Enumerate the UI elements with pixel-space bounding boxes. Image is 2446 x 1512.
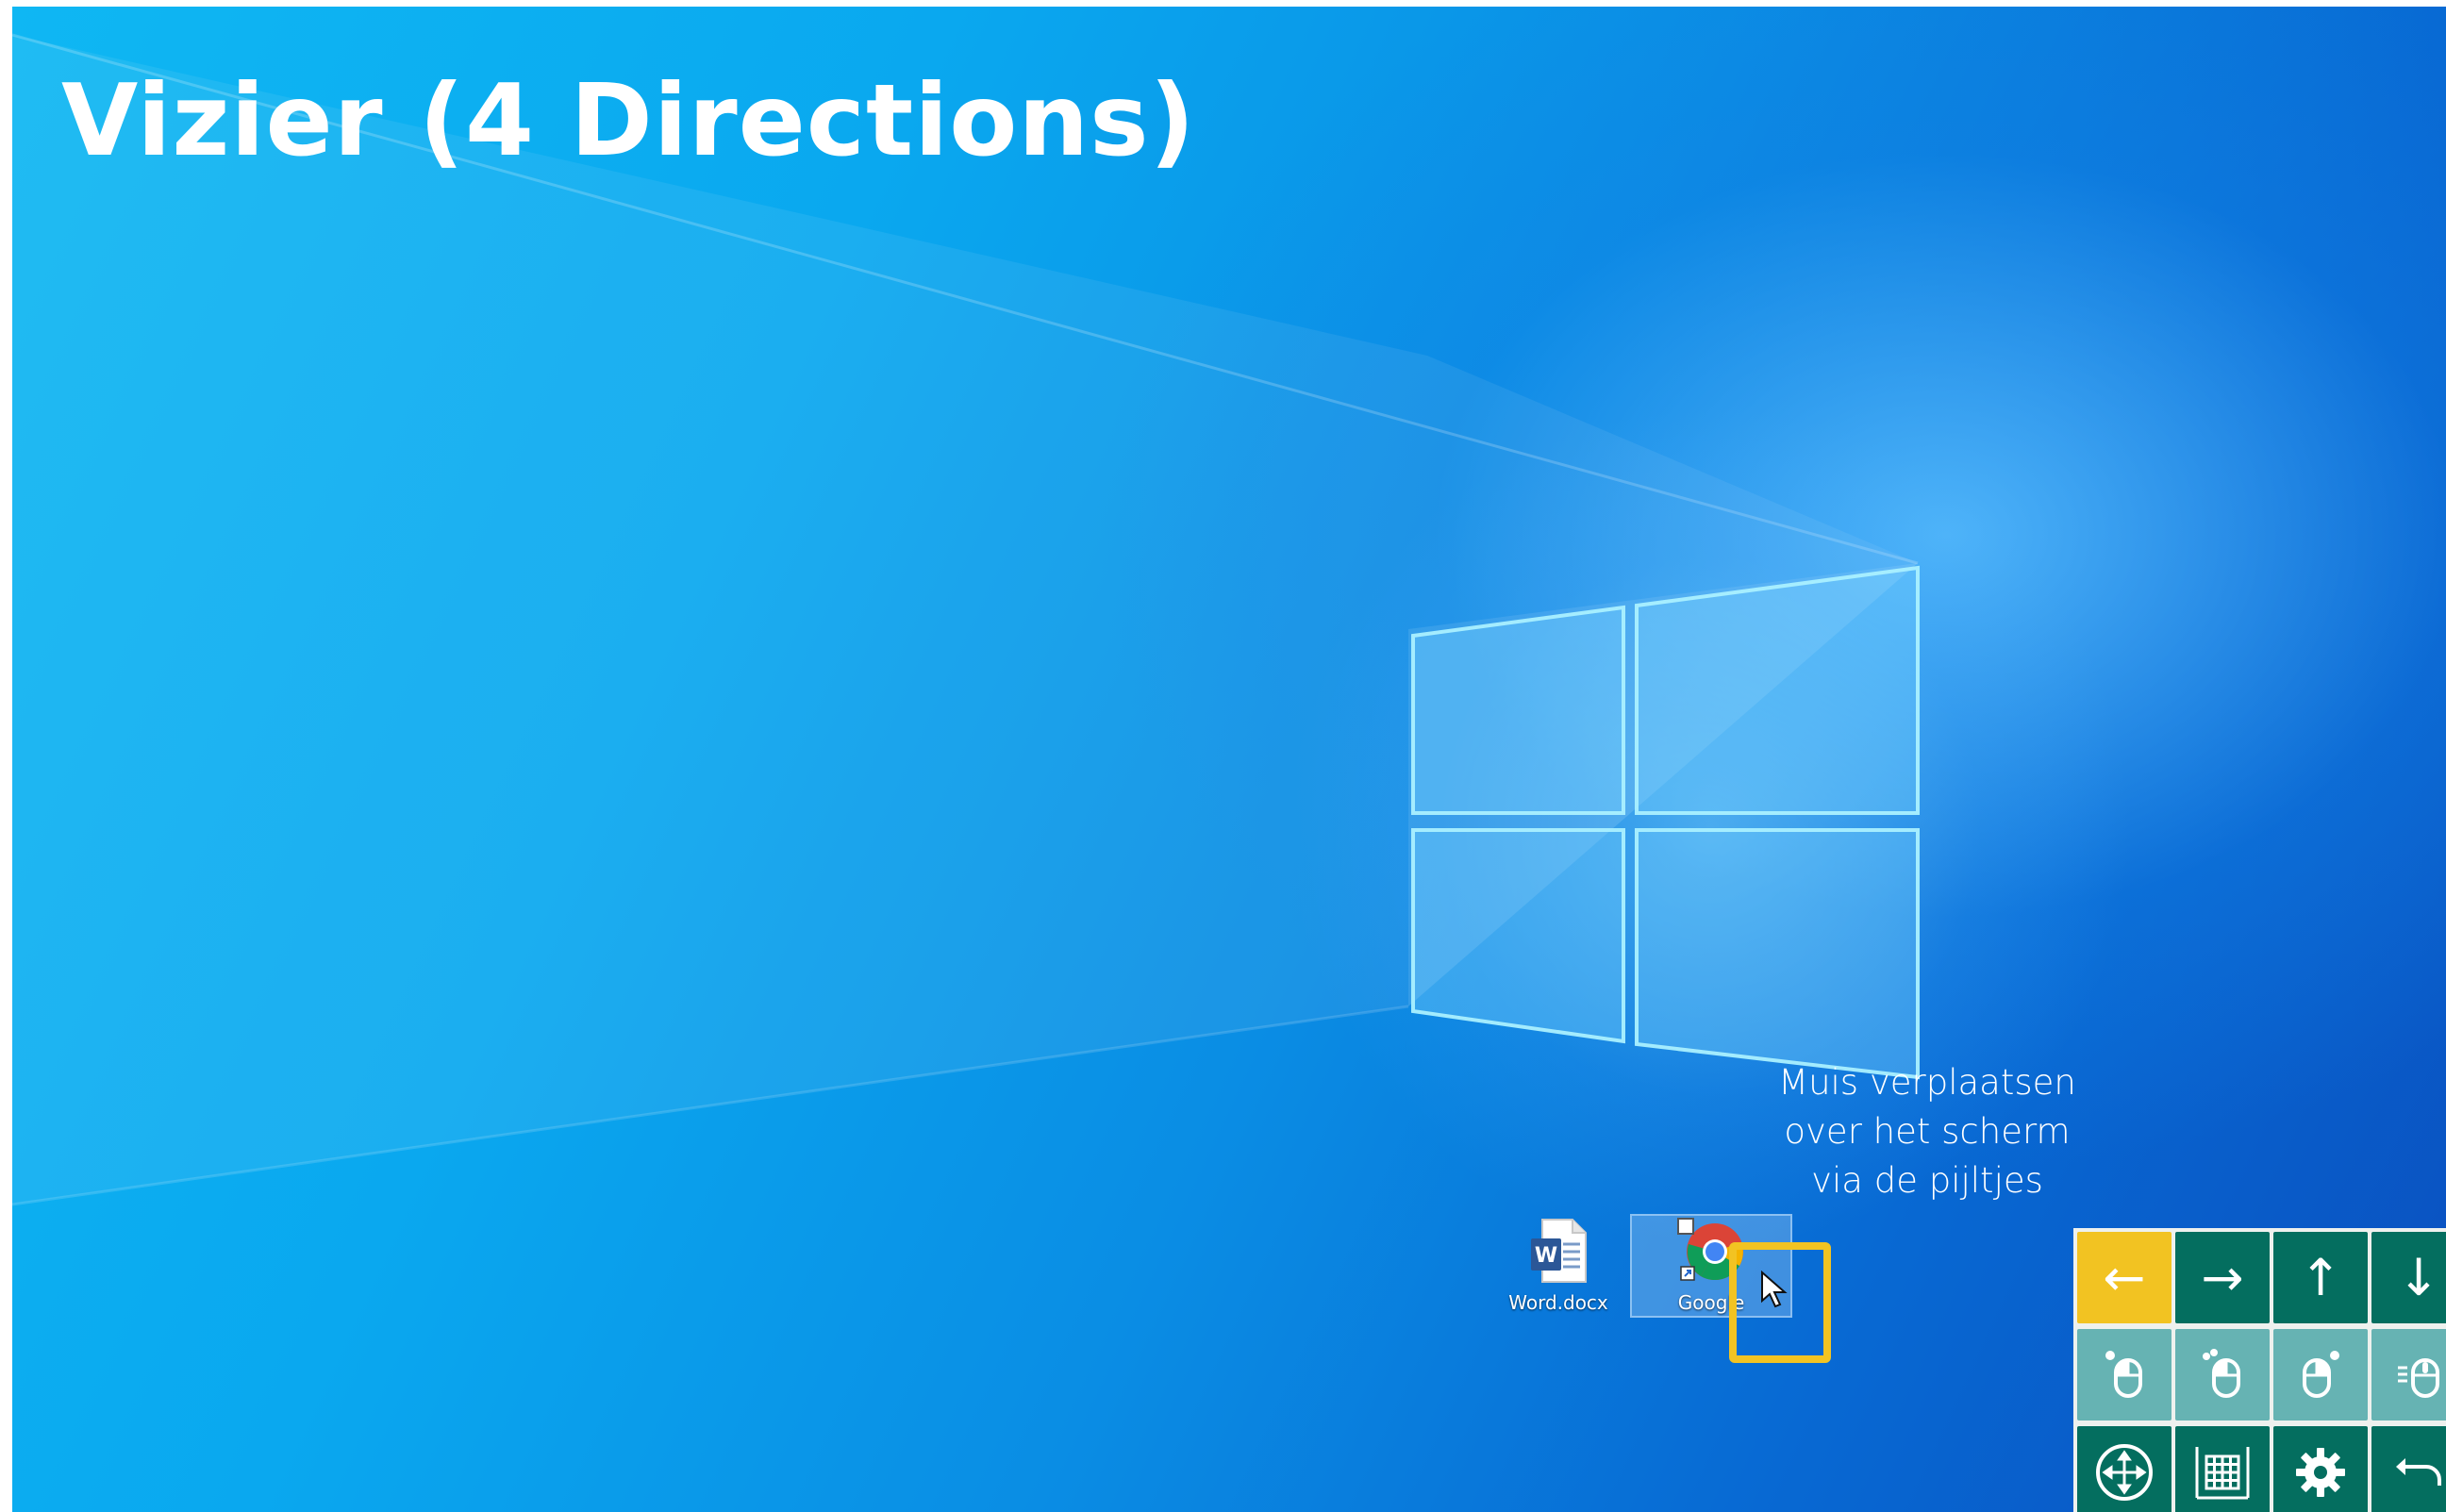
gear-icon [2296,1447,2345,1497]
arrow-up-button[interactable]: ↑ [2273,1232,2368,1323]
undo-back-icon [2396,1457,2441,1486]
mouse-scroll-icon [2398,1357,2439,1398]
grid-keyboard-icon [2195,1446,2250,1499]
double-click-button[interactable] [2175,1329,2270,1421]
mouse-right-click-icon [2303,1350,2339,1398]
windows-logo [1411,565,1920,1080]
hint-line: over het scherm [1784,1111,2071,1152]
arrow-right-button[interactable]: → [2175,1232,2270,1323]
hint-line: via de pijltjes [1811,1160,2043,1201]
arrow-down-button[interactable]: ↓ [2371,1232,2446,1323]
arrow-down-icon: ↓ [2397,1248,2440,1307]
desktop-background: Vizier (4 Directions) Muis verplaatsen o… [12,7,2446,1512]
mouse-cursor-icon [1761,1271,1788,1308]
desktop-icon-label: Word.docx [1508,1291,1608,1314]
desktop-icon-word[interactable]: W Word.docx [1479,1216,1638,1316]
arrow-up-icon: ↑ [2299,1248,2342,1307]
arrow-left-button[interactable]: ← [2077,1232,2171,1323]
undo-button[interactable] [2371,1426,2446,1512]
arrow-left-icon: ← [2103,1248,2146,1307]
right-click-button[interactable] [2273,1329,2368,1421]
page-title: Vizier (4 Directions) [61,63,1196,178]
mouse-double-click-icon [2203,1348,2240,1398]
move-all-directions-icon [2096,1443,2153,1501]
hint-line: Muis verplaatsen [1778,1062,2076,1103]
settings-button[interactable] [2273,1426,2368,1512]
svg-text:W: W [1535,1244,1557,1268]
hint-text: Muis verplaatsen over het scherm via de … [1729,1058,2125,1205]
word-document-icon: W [1531,1219,1587,1283]
arrow-right-icon: → [2201,1248,2244,1307]
vizier-control-panel: ← → ↑ ↓ [2073,1228,2446,1512]
scroll-button[interactable] [2371,1329,2446,1421]
mouse-left-click-icon [2105,1350,2142,1398]
move-mode-button[interactable] [2077,1426,2171,1512]
grid-mode-button[interactable] [2175,1426,2270,1512]
left-click-button[interactable] [2077,1329,2171,1421]
